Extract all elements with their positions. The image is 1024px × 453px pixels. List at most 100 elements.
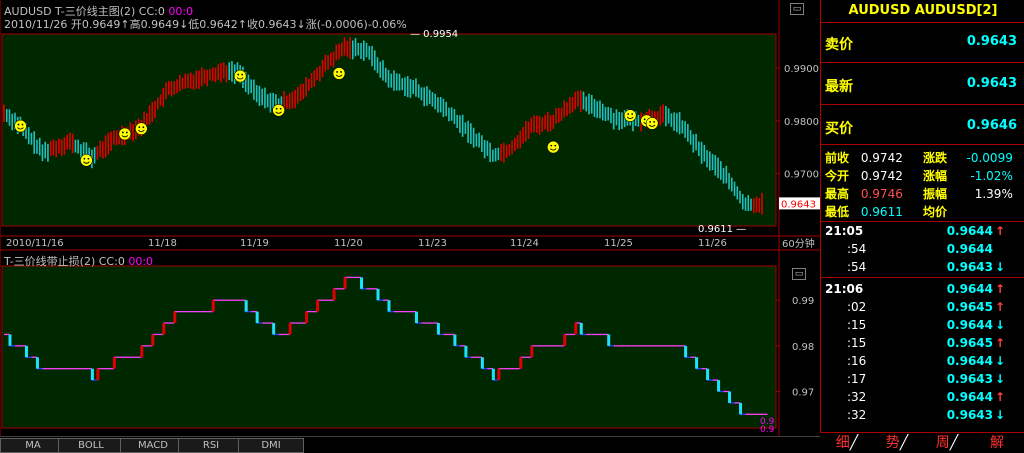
arrow-up-icon: ↑: [994, 390, 1005, 404]
stoploss-brick: [607, 334, 611, 346]
stoploss-brick: [728, 391, 732, 403]
tick-price: 0.9644: [946, 318, 993, 332]
arrow-up-icon: ↑: [994, 336, 1005, 350]
period-label: 60分钟: [782, 237, 815, 250]
tick-time: :15: [847, 336, 867, 350]
tab-week[interactable]: 周╱: [922, 433, 972, 453]
stoploss-brick: [112, 357, 116, 369]
stoploss-brick: [387, 300, 391, 312]
tick-time: 21:06: [825, 282, 864, 296]
x-tick-label: 11/18: [148, 238, 177, 249]
tick-row: :16 0.9644 ↓: [825, 354, 1021, 372]
stoploss-brick: [497, 368, 501, 381]
x-tick-label: 11/24: [510, 238, 539, 249]
stoploss-brick: [376, 288, 380, 301]
stoploss-brick: [35, 357, 39, 369]
stat-high: 最高 0.9746: [825, 187, 903, 201]
tick-time: :32: [847, 390, 867, 404]
stat-low: 最低 0.9611: [825, 205, 903, 219]
arrow-up-icon: ↑: [994, 300, 1005, 314]
sub-y-tick-label: 0.97: [792, 387, 814, 398]
arrow-down-icon: ↓: [994, 260, 1005, 274]
stoploss-brick: [464, 345, 468, 358]
stoploss-brick: [563, 334, 567, 346]
tick-row: :17 0.9643 ↓: [825, 372, 1021, 390]
tick-row: :02 0.9645 ↑: [825, 300, 1021, 318]
tab-ma[interactable]: MA: [0, 438, 66, 453]
tab-macd[interactable]: MACD: [120, 438, 186, 453]
stoploss-brick: [151, 334, 155, 346]
quote-side-panel: AUDUSD AUDUSD[2] 卖价 0.9643 最新 0.9643 买价 …: [820, 0, 1024, 453]
tick-row: 21:06 0.9644 ↑: [825, 282, 1021, 300]
restore-button[interactable]: ▭: [792, 268, 806, 280]
kline-chart-svg[interactable]: 0.9900 0.9800 0.9700 — 0.9954 0.9611 — 0.9643…: [0, 0, 820, 453]
stoploss-brick: [436, 323, 440, 335]
x-tick-label: 11/23: [418, 238, 447, 249]
tab-explain[interactable]: 解: [972, 433, 1022, 453]
stoploss-brick: [332, 288, 336, 301]
arrow-down-icon: ↓: [994, 408, 1005, 422]
minimize-button[interactable]: ▭: [790, 3, 804, 15]
tab-dmi[interactable]: DMI: [238, 438, 304, 453]
symbol-title: AUDUSD AUDUSD[2]: [848, 3, 998, 18]
tick-price: 0.9644: [946, 354, 993, 368]
main-chart-panel[interactable]: 0.9900 0.9800 0.9700 — 0.9954 0.9611 — 0.9643…: [0, 0, 820, 453]
smiley-signal-icon: [14, 119, 27, 133]
stoploss-brick: [305, 311, 309, 324]
indicator-tab-bar: MA BOLL MACD RSI DMI: [0, 436, 820, 453]
smiley-signal-icon: [233, 69, 247, 83]
tick-price: 0.9644: [946, 242, 993, 256]
tick-price: 0.9643: [946, 372, 993, 386]
smiley-signal-icon: [80, 153, 93, 167]
x-tick-label: 11/25: [604, 238, 633, 249]
y-tick-label: 0.9800: [784, 117, 819, 128]
low-label: 0.9611 —: [698, 224, 746, 235]
tab-trend[interactable]: 势╱: [872, 433, 922, 453]
smiley-signal-icon: [623, 109, 637, 122]
stoploss-brick: [244, 300, 248, 312]
tick-row: :32 0.9643 ↓: [825, 408, 1021, 426]
stoploss-brick: [162, 323, 166, 335]
stat-open: 今开 0.9742: [825, 169, 903, 183]
side-tab-bar: 细╱ 势╱ 周╱ 解: [820, 432, 1024, 453]
tick-price: 0.9643: [946, 260, 993, 274]
stoploss-brick: [453, 334, 457, 346]
tab-boll[interactable]: BOLL: [58, 438, 124, 453]
stoploss-brick: [96, 368, 100, 381]
arrow-up-icon: ↑: [994, 282, 1005, 296]
tick-time: :54: [847, 242, 867, 256]
stoploss-brick: [491, 368, 495, 381]
stoploss-brick: [90, 368, 94, 381]
tick-price: 0.9645: [946, 336, 993, 350]
stat-avg: 均价: [923, 205, 948, 219]
tick-row: 21:05 0.9644 ↑: [825, 224, 1021, 242]
buy-price-row: 买价 0.9646: [825, 118, 1017, 137]
stoploss-brick: [255, 311, 259, 324]
tick-time: :54: [847, 260, 867, 274]
y-tick-label: 0.9700: [784, 169, 819, 180]
stat-amplitude: 振幅 1.39%: [923, 187, 1013, 201]
smiley-signal-icon: [135, 122, 148, 135]
tick-row: :54 0.9644: [825, 242, 1021, 260]
tick-price: 0.9644: [946, 390, 993, 404]
tab-rsi[interactable]: RSI: [178, 438, 244, 453]
tick-row: :15 0.9645 ↑: [825, 336, 1021, 354]
x-tick-label: 11/20: [334, 238, 363, 249]
stat-prev-close: 前收 0.9742: [825, 151, 903, 165]
tick-time: :15: [847, 318, 867, 332]
stoploss-brick: [574, 323, 578, 335]
tick-price: 0.9645: [946, 300, 993, 314]
stoploss-brick: [8, 334, 12, 346]
stoploss-brick: [173, 311, 177, 324]
sub-edge-label: 0.9: [760, 425, 775, 435]
stat-change-pct: 涨幅 -1.02%: [923, 169, 1013, 183]
tick-time: 21:05: [825, 224, 864, 238]
sub-y-tick-label: 0.98: [792, 342, 814, 353]
tick-price: 0.9644: [946, 282, 993, 296]
sub-plot-area: [1, 265, 777, 429]
tab-detail[interactable]: 细╱: [822, 433, 872, 453]
arrow-down-icon: ↓: [994, 354, 1005, 368]
arrow-down-icon: ↓: [994, 372, 1005, 386]
tick-time: :17: [847, 372, 867, 386]
sub-y-tick-label: 0.99: [792, 296, 814, 307]
